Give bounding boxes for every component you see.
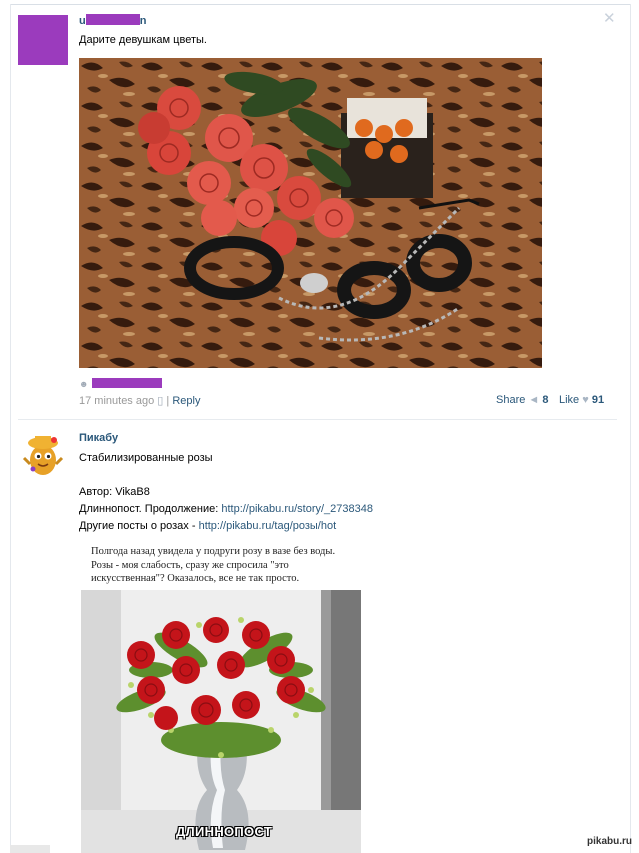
like-count: 91: [591, 394, 605, 406]
share-button[interactable]: Share ◄ 8: [496, 394, 549, 406]
wall-frame-left: [10, 4, 11, 853]
post-time[interactable]: 17 minutes ago: [79, 395, 154, 407]
author-line: Автор: VikaB8: [79, 484, 150, 501]
other-link[interactable]: http://pikabu.ru/tag/розы/hot: [199, 520, 337, 532]
close-icon[interactable]: ✕: [603, 11, 616, 26]
post-author[interactable]: Пикабу: [79, 432, 118, 444]
share-label: Share: [496, 394, 526, 406]
other-posts-line: Другие посты о розах - http://pikabu.ru/…: [79, 518, 336, 535]
reply-link[interactable]: Reply: [172, 395, 200, 407]
image-caption: ДЛИННОПОСТ: [176, 824, 273, 839]
post-title: Стабилизированные розы: [79, 452, 213, 464]
post-author[interactable]: un: [79, 14, 146, 27]
quoted-text: Полгода назад увидела у подруги розу в в…: [91, 546, 336, 584]
author-line-value: VikaB8: [115, 486, 150, 498]
share-count: 8: [542, 394, 549, 406]
post-photo-rose-vase[interactable]: ДЛИННОПОСТ: [81, 590, 361, 853]
signer-redaction: [92, 378, 162, 388]
phone-icon: ▯: [157, 395, 164, 407]
continue-label: Длиннопост. Продолжение:: [79, 503, 219, 515]
author-line-label: Автор:: [79, 486, 113, 498]
continue-line: Длиннопост. Продолжение: http://pikabu.r…: [79, 501, 373, 518]
wall-frame-top: [10, 4, 631, 5]
person-icon: ☻: [79, 379, 89, 389]
author-redaction: [85, 14, 140, 25]
like-label: Like: [559, 394, 580, 406]
post-photo-roses-gift[interactable]: [79, 58, 542, 368]
share-icon: ◄: [528, 394, 540, 406]
avatar[interactable]: [18, 15, 68, 65]
post-signer: ☻: [79, 378, 162, 390]
post-author-visible[interactable]: u: [79, 15, 86, 27]
wall-frame-right: [630, 4, 631, 853]
post-meta: 17 minutes ago ▯ | Reply: [79, 394, 200, 407]
meta-separator: |: [166, 395, 170, 407]
post-divider: [18, 419, 617, 420]
like-button[interactable]: Like ♥ 91: [559, 394, 604, 406]
scroll-remnant: [10, 845, 50, 853]
watermark: pikabu.ru: [587, 836, 633, 847]
post-text: Дарите девушкам цветы.: [79, 34, 207, 46]
heart-icon: ♥: [582, 394, 589, 406]
avatar[interactable]: [18, 430, 68, 480]
other-label: Другие посты о розах -: [79, 520, 196, 532]
post-author-tail[interactable]: n: [140, 15, 147, 27]
continue-link[interactable]: http://pikabu.ru/story/_2738348: [221, 503, 373, 515]
